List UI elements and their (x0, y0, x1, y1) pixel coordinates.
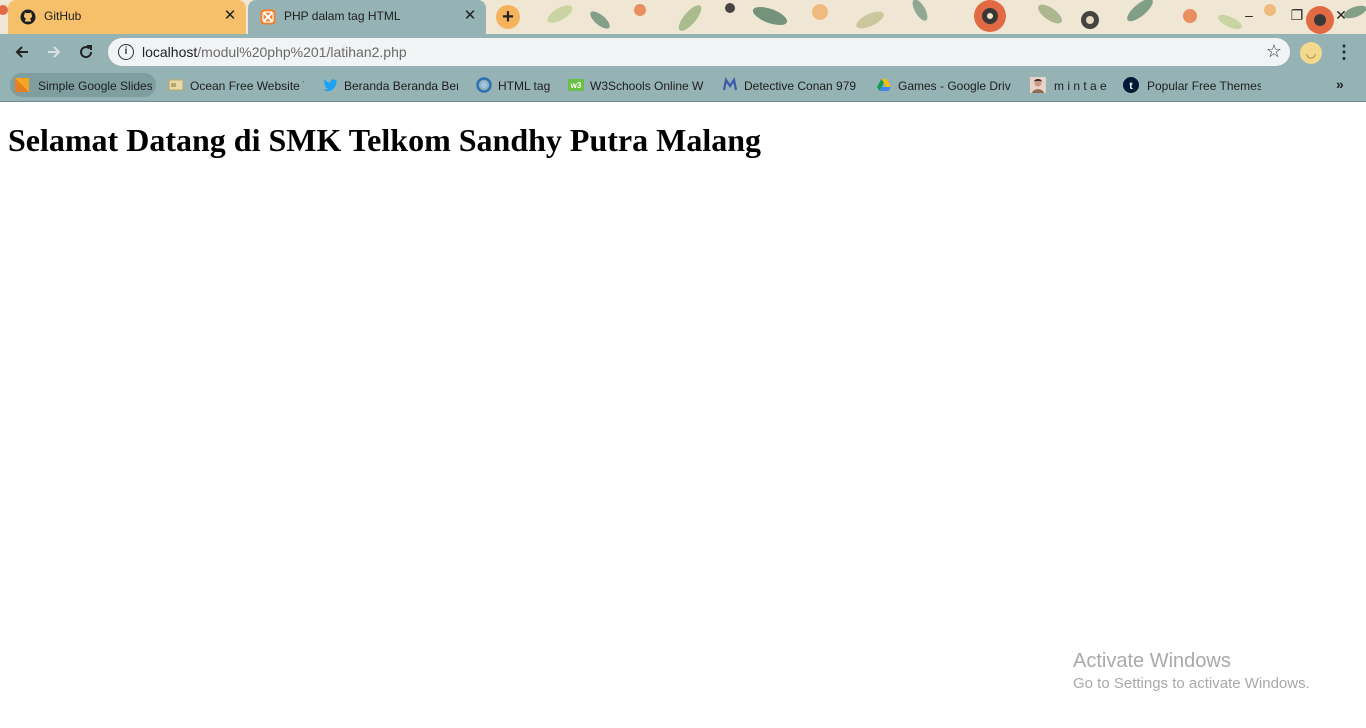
manga-icon (722, 77, 738, 91)
back-button[interactable] (10, 40, 34, 64)
close-window-button[interactable]: ✕ (1326, 4, 1356, 26)
bookmark-label: Games - Google Driv (898, 79, 1011, 93)
close-tab-icon[interactable]: ✕ (462, 8, 478, 24)
bookmarks-overflow-chevron-icon[interactable]: » (1336, 76, 1344, 92)
kebab-menu-icon[interactable]: ⋮ (1334, 40, 1354, 64)
watermark-title: Activate Windows (1073, 650, 1231, 672)
bookmark-item[interactable]: t Popular Free Themes (1123, 73, 1263, 97)
bookmark-label: HTML tag (498, 79, 551, 93)
reload-button[interactable] (74, 40, 98, 64)
bookmark-label: W3Schools Online W (590, 79, 704, 93)
bookmark-item[interactable]: m i n t a e (1030, 73, 1112, 97)
bookmark-item[interactable]: Detective Conan 979 (722, 73, 862, 97)
forward-button[interactable] (42, 40, 66, 64)
restore-window-button[interactable]: ❐ (1282, 4, 1312, 26)
tab-github[interactable]: GitHub ✕ (8, 0, 246, 34)
bookmark-item[interactable]: Games - Google Driv (876, 73, 1016, 97)
html-tag-icon (476, 77, 492, 93)
bookmark-item[interactable]: w3 W3Schools Online W (568, 73, 708, 97)
tab-strip: GitHub ✕ PHP dalam tag HTML ✕ + – ❐ ✕ (0, 0, 1366, 34)
bookmark-label: Beranda Beranda Ber (344, 79, 458, 93)
bookmark-item[interactable]: HTML tag (476, 73, 556, 97)
page-heading: Selamat Datang di SMK Telkom Sandhy Putr… (8, 122, 761, 158)
watermark-subtitle: Go to Settings to activate Windows. (1073, 675, 1310, 692)
profile-avatar[interactable]: ◡ (1300, 42, 1322, 64)
new-tab-button[interactable]: + (496, 5, 520, 29)
tab-title: PHP dalam tag HTML (284, 9, 401, 23)
close-tab-icon[interactable]: ✕ (222, 8, 238, 24)
address-bar[interactable]: i localhost/modul%20php%201/latihan2.php… (108, 38, 1290, 66)
bookmark-star-icon[interactable]: ☆ (1266, 41, 1282, 62)
tumblr-icon: t (1123, 77, 1139, 93)
windows-activation-watermark: Activate Windows Go to Settings to activ… (1073, 650, 1310, 692)
url-path: /modul%20php%201/latihan2.php (197, 44, 407, 60)
w3schools-icon: w3 (568, 79, 584, 91)
twitter-icon (323, 79, 337, 92)
url-text[interactable]: localhost/modul%20php%201/latihan2.php (142, 44, 407, 60)
bookmark-item[interactable]: Beranda Beranda Ber (322, 73, 460, 97)
bookmark-label: Ocean Free Website T (190, 79, 304, 93)
url-host: localhost (142, 44, 198, 60)
browser-toolbar: i localhost/modul%20php%201/latihan2.php… (0, 34, 1366, 70)
site-info-icon[interactable]: i (118, 44, 134, 60)
bookmark-label: Detective Conan 979 (744, 79, 856, 93)
page-viewport: Selamat Datang di SMK Telkom Sandhy Putr… (0, 102, 1366, 728)
svg-text:w3: w3 (570, 81, 582, 90)
bookmark-label: Simple Google Slides (38, 79, 152, 93)
reload-icon (80, 45, 93, 59)
xampp-icon (260, 9, 276, 25)
bookmark-label: Popular Free Themes (1147, 79, 1261, 93)
bookmark-item[interactable]: Ocean Free Website T (168, 73, 306, 97)
drive-icon (877, 79, 891, 91)
bookmarks-bar: Simple Google Slides Ocean Free Website … (0, 70, 1366, 102)
github-icon (20, 9, 36, 25)
arrow-left-icon (15, 46, 28, 58)
tab-title: GitHub (44, 9, 82, 23)
bookmark-label: m i n t a e (1054, 79, 1107, 93)
avatar-icon (1030, 77, 1046, 93)
tab-php-dalam-tag-html[interactable]: PHP dalam tag HTML ✕ (248, 0, 486, 34)
arrow-right-icon (48, 46, 61, 58)
minimize-window-button[interactable]: – (1234, 4, 1264, 26)
slides-icon (15, 78, 29, 92)
template-icon (168, 79, 184, 91)
bookmark-item[interactable]: Simple Google Slides (10, 73, 156, 97)
